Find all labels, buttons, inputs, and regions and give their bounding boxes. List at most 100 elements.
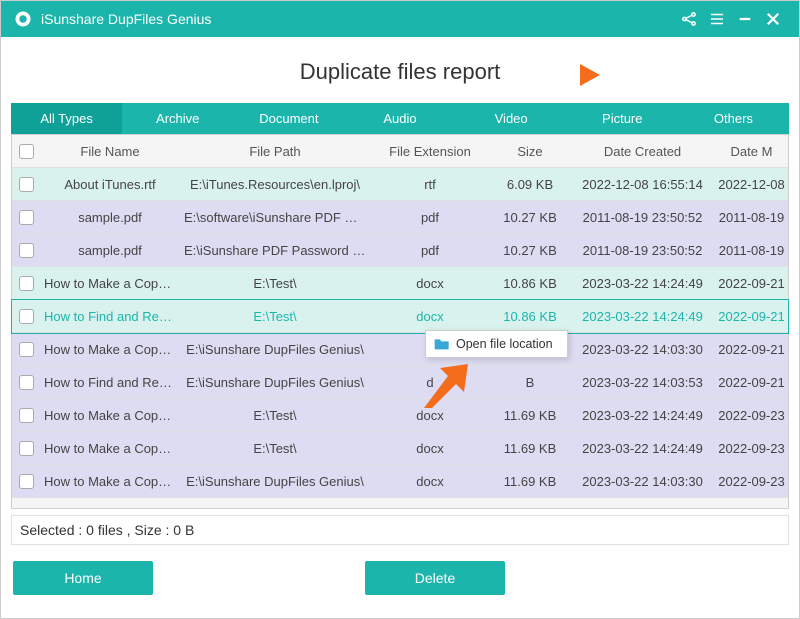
cell-size: B [490,375,570,390]
row-checkbox[interactable] [12,309,40,324]
cell-ext: docx [370,441,490,456]
col-modified[interactable]: Date M [715,144,788,159]
cell-size: 10.86 KB [490,276,570,291]
cell-ext: docx [370,474,490,489]
table-row[interactable]: How to Make a Copy ofE:\Test\docx11.69 K… [12,399,788,432]
cell-modified: 2022-09-21 [715,309,788,324]
cell-name: How to Find and Remo [40,309,180,324]
row-checkbox[interactable] [12,276,40,291]
cell-path: E:\Test\ [180,408,370,423]
cell-modified: 2022-09-21 [715,342,788,357]
cell-name: How to Make a Copy of [40,441,180,456]
context-open-location[interactable]: Open file location [456,337,553,351]
row-checkbox[interactable] [12,474,40,489]
cell-created: 2023-03-22 14:03:53 [570,375,715,390]
home-button[interactable]: Home [13,561,153,595]
selection-status: Selected : 0 files , Size : 0 B [11,515,789,545]
row-checkbox[interactable] [12,342,40,357]
table-row[interactable]: How to Find and RemovE:\iSunshare DupFil… [12,366,788,399]
grid-header-row: File Name File Path File Extension Size … [12,135,788,168]
cell-name: sample.pdf [40,210,180,225]
row-checkbox[interactable] [12,177,40,192]
cell-modified: 2022-09-23 [715,408,788,423]
table-row[interactable]: sample.pdfE:\iSunshare PDF Password Gepd… [12,234,788,267]
table-row[interactable]: How to Make a Copy ofE:\iSunshare DupFil… [12,333,788,366]
cell-name: How to Find and Remov [40,375,180,390]
col-size[interactable]: Size [490,144,570,159]
row-checkbox[interactable] [12,375,40,390]
cell-ext: docx [370,309,490,324]
cell-created: 2023-03-22 14:03:30 [570,474,715,489]
row-checkbox[interactable] [12,441,40,456]
table-row[interactable]: How to Make a Copy ofE:\iSunshare DupFil… [12,465,788,498]
col-name[interactable]: File Name [40,144,180,159]
close-icon[interactable] [759,5,787,33]
file-grid: File Name File Path File Extension Size … [11,134,789,509]
cell-ext: docx [370,276,490,291]
cell-created: 2022-12-08 16:55:14 [570,177,715,192]
report-title: Duplicate files report [300,59,501,85]
cell-path: E:\Test\ [180,309,370,324]
cell-modified: 2011-08-19 [715,243,788,258]
report-header: Duplicate files report [1,37,799,103]
cell-path: E:\iSunshare DupFiles Genius\ [180,375,370,390]
table-row[interactable]: How to Find and RemoE:\Test\docx10.86 KB… [12,300,788,333]
table-row[interactable]: sample.pdfE:\software\iSunshare PDF Pasp… [12,201,788,234]
cell-ext: d [370,375,490,390]
bottom-bar: Home Delete [1,549,799,607]
col-created[interactable]: Date Created [570,144,715,159]
cell-path: E:\Test\ [180,276,370,291]
cell-created: 2023-03-22 14:24:49 [570,309,715,324]
tab-document[interactable]: Document [233,103,344,134]
cell-ext: pdf [370,210,490,225]
cell-size: 10.27 KB [490,210,570,225]
tab-all-types[interactable]: All Types [11,103,122,134]
cell-modified: 2022-09-21 [715,375,788,390]
select-all-checkbox[interactable] [12,144,40,159]
row-checkbox[interactable] [12,210,40,225]
table-row[interactable]: How to Make a Copy ofE:\Test\docx10.86 K… [12,267,788,300]
table-row[interactable]: How to Make a Copy ofE:\Test\docx11.69 K… [12,432,788,465]
folder-icon [434,337,450,351]
cell-created: 2011-08-19 23:50:52 [570,243,715,258]
cell-modified: 2022-09-21 [715,276,788,291]
cell-name: About iTunes.rtf [40,177,180,192]
cell-ext: pdf [370,243,490,258]
cell-path: E:\iSunshare PDF Password Ge [180,243,370,258]
titlebar: iSunshare DupFiles Genius [1,1,799,37]
cell-path: E:\Test\ [180,441,370,456]
tab-picture[interactable]: Picture [567,103,678,134]
cell-size: 11.69 KB [490,474,570,489]
cell-modified: 2011-08-19 [715,210,788,225]
table-row[interactable]: About iTunes.rtfE:\iTunes.Resources\en.l… [12,168,788,201]
tab-others[interactable]: Others [678,103,789,134]
app-title: iSunshare DupFiles Genius [41,11,211,27]
context-menu: Open file location [425,330,568,358]
row-checkbox[interactable] [12,243,40,258]
cell-modified: 2022-12-08 [715,177,788,192]
tab-archive[interactable]: Archive [122,103,233,134]
cell-name: How to Make a Copy of [40,342,180,357]
minimize-icon[interactable] [731,5,759,33]
cell-created: 2011-08-19 23:50:52 [570,210,715,225]
horizontal-scrollbar[interactable] [12,498,788,508]
app-logo-icon [13,9,33,29]
cell-size: 6.09 KB [490,177,570,192]
cell-modified: 2022-09-23 [715,474,788,489]
cell-created: 2023-03-22 14:24:49 [570,441,715,456]
menu-icon[interactable] [703,5,731,33]
col-ext[interactable]: File Extension [370,144,490,159]
cell-created: 2023-03-22 14:24:49 [570,408,715,423]
row-checkbox[interactable] [12,408,40,423]
cell-name: sample.pdf [40,243,180,258]
cell-created: 2023-03-22 14:03:30 [570,342,715,357]
tab-audio[interactable]: Audio [344,103,455,134]
share-icon[interactable] [675,5,703,33]
delete-button[interactable]: Delete [365,561,505,595]
cell-path: E:\iSunshare DupFiles Genius\ [180,342,370,357]
cell-size: 11.69 KB [490,408,570,423]
col-path[interactable]: File Path [180,144,370,159]
cell-path: E:\iSunshare DupFiles Genius\ [180,474,370,489]
tab-video[interactable]: Video [456,103,567,134]
cell-ext: rtf [370,177,490,192]
